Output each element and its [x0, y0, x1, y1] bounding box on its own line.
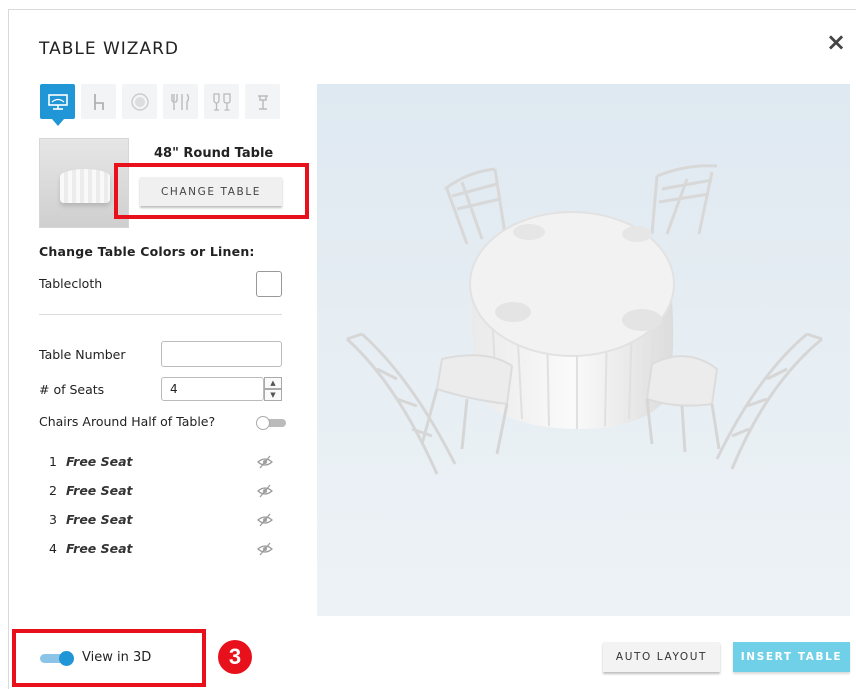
- tab-chairs[interactable]: [81, 84, 116, 119]
- chair-icon: [93, 93, 104, 110]
- table-3d-render: [345, 164, 823, 475]
- seat-name: Free Seat: [66, 483, 133, 498]
- tab-glasses[interactable]: [204, 84, 239, 119]
- table-3d-viewer[interactable]: [317, 84, 850, 616]
- eye-hidden-icon[interactable]: [256, 512, 274, 528]
- annotation-box-3: [12, 629, 206, 687]
- close-icon[interactable]: ×: [826, 28, 846, 56]
- seat-number: 3: [49, 512, 57, 527]
- seats-input[interactable]: [161, 377, 264, 401]
- half-table-toggle[interactable]: [256, 416, 286, 430]
- table-screen-icon: [47, 93, 68, 110]
- seat-name: Free Seat: [66, 541, 133, 556]
- colors-section-label: Change Table Colors or Linen:: [39, 244, 255, 259]
- tablecloth-label: Tablecloth: [39, 276, 103, 291]
- seat-number: 4: [49, 541, 57, 556]
- seat-name: Free Seat: [66, 512, 133, 527]
- plate-icon: [130, 92, 149, 111]
- half-table-label: Chairs Around Half of Table?: [39, 414, 216, 429]
- table-name: 48" Round Table: [154, 146, 274, 161]
- stepper-down-icon[interactable]: ▼: [264, 389, 282, 401]
- seat-row: 2 Free Seat: [49, 483, 289, 501]
- auto-layout-button[interactable]: AUTO LAYOUT: [603, 642, 720, 672]
- cutlery-icon: [170, 93, 189, 110]
- seats-stepper[interactable]: ▲ ▼: [264, 377, 282, 401]
- tab-table[interactable]: [40, 84, 75, 126]
- table-number-label: Table Number: [39, 347, 126, 362]
- seat-row: 4 Free Seat: [49, 541, 289, 559]
- eye-hidden-icon[interactable]: [256, 541, 274, 557]
- eye-hidden-icon[interactable]: [256, 454, 274, 470]
- glasses-icon: [212, 92, 231, 111]
- seat-number: 2: [49, 483, 57, 498]
- seat-number: 1: [49, 454, 57, 469]
- tab-plates[interactable]: [122, 84, 157, 119]
- wizard-tabs: [40, 84, 280, 126]
- annotation-badge-3: 3: [218, 640, 252, 674]
- tab-cutlery[interactable]: [163, 84, 198, 119]
- eye-hidden-icon[interactable]: [256, 483, 274, 499]
- section-divider: [39, 314, 282, 315]
- stepper-up-icon[interactable]: ▲: [264, 377, 282, 389]
- annotation-box-4: [114, 163, 309, 219]
- seat-row: 1 Free Seat: [49, 454, 289, 472]
- centerpiece-icon: [257, 94, 268, 110]
- seat-row: 3 Free Seat: [49, 512, 289, 530]
- seats-label: # of Seats: [39, 382, 105, 397]
- dialog-title: TABLE WIZARD: [39, 39, 179, 59]
- tablecloth-color-swatch[interactable]: [256, 271, 282, 297]
- insert-table-button[interactable]: INSERT TABLE: [733, 642, 850, 672]
- tab-centerpieces[interactable]: [245, 84, 280, 119]
- seat-name: Free Seat: [66, 454, 133, 469]
- table-number-input[interactable]: [161, 341, 282, 367]
